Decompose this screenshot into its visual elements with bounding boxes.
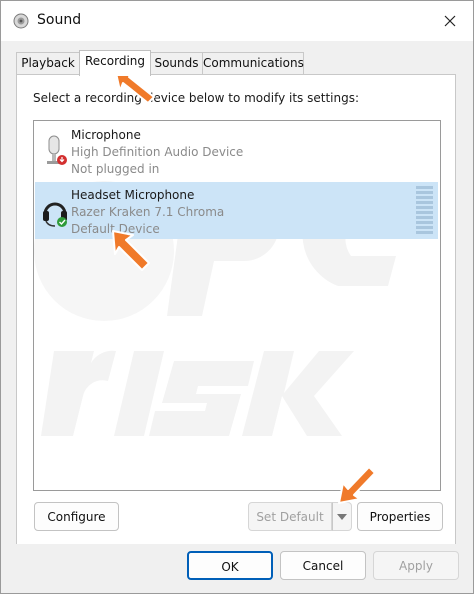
instruction-text: Select a recording device below to modif… — [33, 91, 360, 105]
headset-icon — [43, 202, 67, 227]
level-meter — [416, 186, 433, 234]
close-icon — [444, 15, 456, 27]
list-item-microphone[interactable]: Microphone High Definition Audio Device … — [35, 122, 438, 179]
device-status: Default Device — [71, 222, 160, 236]
device-name: Microphone — [71, 128, 141, 142]
ok-button[interactable]: OK — [187, 551, 273, 580]
microphone-icon — [47, 135, 67, 165]
set-default-button[interactable]: Set Default — [248, 502, 332, 531]
list-item-headset-microphone[interactable]: Headset Microphone Razer Kraken 7.1 Chro… — [35, 182, 438, 239]
set-default-dropdown[interactable] — [332, 502, 352, 531]
properties-button[interactable]: Properties — [357, 502, 443, 531]
dialog-button-bar: OK Cancel Apply — [1, 544, 473, 593]
cancel-button[interactable]: Cancel — [280, 551, 366, 580]
configure-button[interactable]: Configure — [34, 502, 119, 531]
tab-playback[interactable]: Playback — [16, 52, 80, 74]
tab-recording[interactable]: Recording — [79, 50, 151, 76]
apply-button[interactable]: Apply — [373, 551, 459, 580]
default-check-badge-icon — [57, 217, 67, 227]
device-description: High Definition Audio Device — [71, 145, 244, 159]
device-description: Razer Kraken 7.1 Chroma — [71, 205, 225, 219]
recording-panel: Select a recording device below to modif… — [16, 74, 456, 546]
device-list[interactable]: Microphone High Definition Audio Device … — [33, 120, 441, 491]
tab-communications[interactable]: Communications — [202, 52, 304, 74]
device-name: Headset Microphone — [71, 188, 195, 202]
tab-sounds[interactable]: Sounds — [150, 52, 203, 74]
sound-dialog: Sound Playback Recording Sounds Communic… — [0, 0, 474, 594]
chevron-down-icon — [337, 513, 347, 520]
speaker-icon — [13, 13, 29, 29]
title-bar: Sound — [1, 1, 473, 41]
device-status: Not plugged in — [71, 162, 160, 176]
close-button[interactable] — [427, 1, 473, 41]
window-title: Sound — [37, 12, 82, 28]
